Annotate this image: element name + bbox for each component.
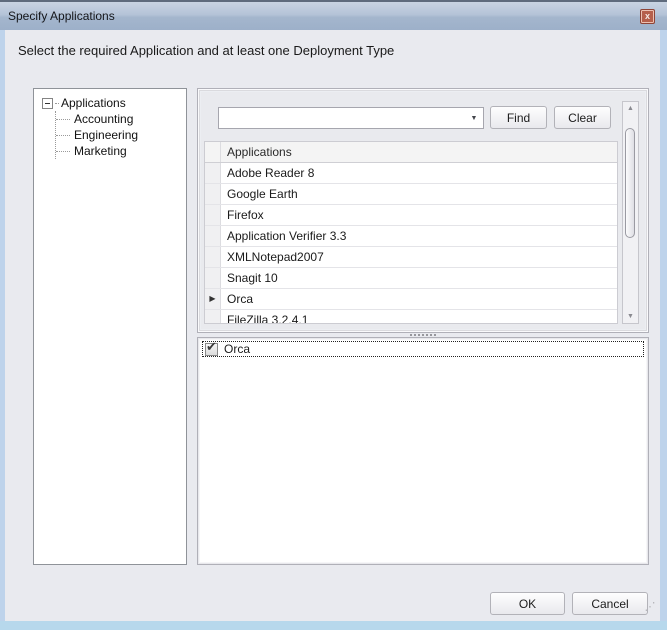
row-indicator-cell: ▶ <box>205 289 221 309</box>
grid-scrollbar[interactable]: ▲ ▼ <box>622 101 639 324</box>
header-indicator-cell <box>205 142 221 162</box>
applications-tree-panel: Applications Accounting Engineering Mark… <box>33 88 187 565</box>
tree-node-label: Engineering <box>74 128 138 142</box>
tree-node-marketing[interactable]: Marketing <box>56 143 182 159</box>
row-indicator-cell <box>205 205 221 225</box>
grid-header-row[interactable]: Applications <box>205 142 617 163</box>
selected-applications-panel: ✔ Orca <box>197 337 649 565</box>
grid-cell[interactable]: Snagit 10 <box>221 268 617 288</box>
scrollbar-thumb[interactable] <box>625 128 635 238</box>
row-indicator-cell <box>205 163 221 183</box>
scroll-up-icon[interactable]: ▲ <box>623 105 638 112</box>
row-indicator-cell <box>205 310 221 324</box>
table-row[interactable]: Firefox <box>205 205 617 226</box>
grid-cell[interactable]: Adobe Reader 8 <box>221 163 617 183</box>
selected-items-list: ✔ Orca <box>202 341 644 357</box>
window-border-bottom <box>0 621 667 630</box>
ok-button[interactable]: OK <box>490 592 565 615</box>
search-combobox[interactable]: ▼ <box>218 107 484 129</box>
applications-grid: Applications Adobe Reader 8 Google Earth… <box>204 141 618 324</box>
grid-cell[interactable]: Firefox <box>221 205 617 225</box>
window-border-right <box>660 30 667 630</box>
tree-node-accounting[interactable]: Accounting <box>56 111 182 127</box>
table-row[interactable]: Google Earth <box>205 184 617 205</box>
dialog-window: Specify Applications x Select the requir… <box>0 0 667 630</box>
grid-cell[interactable]: XMLNotepad2007 <box>221 247 617 267</box>
tree-node-applications[interactable]: Applications <box>42 95 182 111</box>
grid-cell[interactable]: Google Earth <box>221 184 617 204</box>
scroll-down-icon[interactable]: ▼ <box>623 313 638 320</box>
check-icon: ✔ <box>206 340 217 354</box>
titlebar: Specify Applications <box>0 0 667 30</box>
tree-connector <box>55 103 59 104</box>
table-row[interactable]: Adobe Reader 8 <box>205 163 617 184</box>
selected-application-label: Orca <box>224 342 250 356</box>
checkbox[interactable]: ✔ <box>205 343 218 356</box>
search-input[interactable] <box>221 109 465 129</box>
active-row-arrow-icon: ▶ <box>209 295 215 303</box>
close-button[interactable]: x <box>640 9 655 24</box>
applications-list-panel: ▼ Find Clear Applications Adobe Reader 8… <box>197 88 649 333</box>
chevron-down-icon[interactable]: ▼ <box>466 109 482 127</box>
window-border-left <box>0 30 5 630</box>
row-indicator-cell <box>205 184 221 204</box>
row-indicator-cell <box>205 226 221 246</box>
tree-node-label: Accounting <box>74 112 133 126</box>
table-row[interactable]: XMLNotepad2007 <box>205 247 617 268</box>
splitter-dots-icon <box>410 334 436 336</box>
resize-grip-icon[interactable]: ⋰ <box>643 600 657 616</box>
cancel-button[interactable]: Cancel <box>572 592 648 615</box>
tree-node-engineering[interactable]: Engineering <box>56 127 182 143</box>
instruction-text: Select the required Application and at l… <box>18 43 394 58</box>
selected-application-item[interactable]: ✔ Orca <box>202 341 644 357</box>
table-row[interactable]: Application Verifier 3.3 <box>205 226 617 247</box>
table-row[interactable]: Snagit 10 <box>205 268 617 289</box>
dialog-title: Specify Applications <box>8 9 115 23</box>
table-row[interactable]: ▶ Orca <box>205 289 617 310</box>
grid-cell[interactable]: FileZilla 3.2.4.1 <box>221 310 617 324</box>
column-header[interactable]: Applications <box>221 142 617 162</box>
tree-root-label: Applications <box>61 96 126 110</box>
clear-button[interactable]: Clear <box>554 106 611 129</box>
tree-children: Accounting Engineering Marketing <box>55 111 182 159</box>
table-row[interactable]: FileZilla 3.2.4.1 <box>205 310 617 324</box>
row-indicator-cell <box>205 268 221 288</box>
grid-cell[interactable]: Application Verifier 3.3 <box>221 226 617 246</box>
close-icon: x <box>645 12 650 21</box>
grid-cell[interactable]: Orca <box>221 289 617 309</box>
find-button[interactable]: Find <box>490 106 547 129</box>
row-indicator-cell <box>205 247 221 267</box>
tree-node-label: Marketing <box>74 144 127 158</box>
tree-collapse-icon[interactable] <box>42 98 53 109</box>
grid-body: Adobe Reader 8 Google Earth Firefox Appl… <box>205 163 617 324</box>
